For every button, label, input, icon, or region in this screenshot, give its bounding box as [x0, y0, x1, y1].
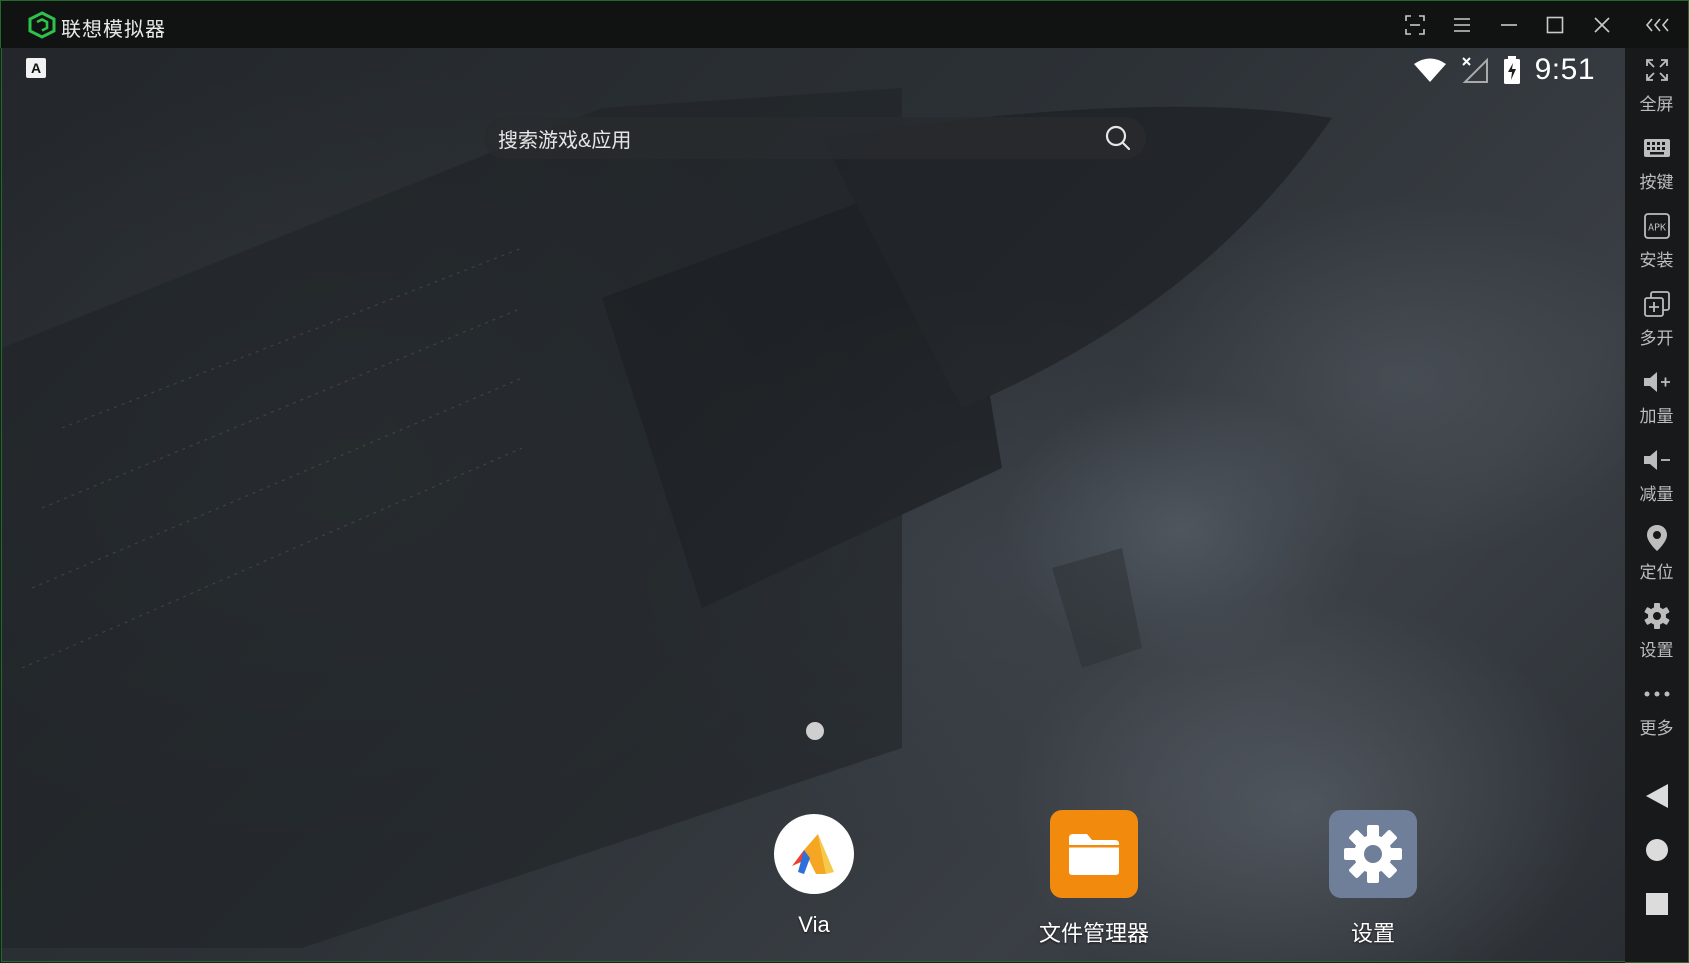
battery-charging-icon	[1503, 56, 1520, 84]
collapse-sidebar-button[interactable]	[1642, 9, 1674, 41]
status-clock: 9:51	[1534, 53, 1595, 86]
android-home-screen[interactable]: A 9:51 搜索游戏&应用 Via 文件管理器 设置	[1, 48, 1625, 962]
sidebar-item-settings[interactable]: 设置	[1625, 600, 1688, 661]
maximize-button[interactable]	[1539, 9, 1571, 41]
close-icon	[1594, 17, 1610, 33]
minimize-icon	[1501, 24, 1517, 26]
maximize-icon	[1546, 16, 1564, 34]
sidebar-item-label: 安装	[1639, 251, 1674, 270]
screenshot-button[interactable]	[1399, 9, 1431, 41]
sidebar-item-label: 更多	[1639, 719, 1674, 738]
app-via[interactable]: Via	[749, 814, 879, 938]
notification-badge: A	[26, 58, 46, 78]
sidebar-item-label: 加量	[1639, 407, 1674, 426]
menu-icon	[1454, 18, 1470, 32]
sidebar-item-more[interactable]: 更多	[1625, 678, 1688, 739]
fullscreen-icon	[1645, 59, 1668, 81]
collapse-sidebar-icon	[1645, 18, 1669, 32]
status-icons: 9:51	[1413, 52, 1595, 88]
lenovo-emulator-logo-icon	[28, 11, 56, 39]
sidebar-item-fullscreen[interactable]: 全屏	[1625, 54, 1688, 115]
svg-text:APK: APK	[1647, 223, 1665, 234]
apk-install-icon: APK	[1643, 213, 1670, 239]
sidebar-item-label: 设置	[1639, 641, 1674, 660]
via-browser-icon	[774, 814, 854, 894]
nav-recents-button[interactable]	[1625, 884, 1688, 924]
sidebar-item-keymap[interactable]: 按键	[1625, 132, 1688, 193]
more-dots-icon	[1644, 691, 1669, 697]
gear-icon	[1644, 603, 1669, 629]
sidebar-item-label: 减量	[1639, 485, 1674, 504]
keyboard-icon	[1643, 139, 1670, 157]
sidebar-item-label: 按键	[1639, 173, 1674, 192]
sidebar-item-multi-instance[interactable]: 多开	[1625, 288, 1688, 349]
gear-icon	[1329, 810, 1417, 898]
home-icon	[1645, 839, 1668, 861]
close-button[interactable]	[1586, 9, 1618, 41]
search-icon[interactable]	[1104, 124, 1132, 152]
minimize-button[interactable]	[1493, 9, 1525, 41]
volume-up-icon	[1643, 372, 1670, 392]
sidebar-item-volume-down[interactable]: 减量	[1625, 444, 1688, 505]
app-label-via: Via	[798, 912, 830, 937]
sidebar-item-label: 全屏	[1639, 95, 1674, 114]
menu-button[interactable]	[1446, 9, 1478, 41]
sidebar-item-label: 多开	[1639, 329, 1674, 348]
window-title: 联想模拟器	[61, 19, 166, 41]
screenshot-icon	[1405, 15, 1425, 35]
page-indicator-dot	[806, 722, 824, 740]
search-placeholder: 搜索游戏&应用	[498, 129, 632, 152]
sidebar-item-volume-up[interactable]: 加量	[1625, 366, 1688, 427]
recents-icon	[1645, 893, 1668, 915]
sidebar-item-location[interactable]: 定位	[1625, 522, 1688, 583]
nav-home-button[interactable]	[1625, 830, 1688, 870]
search-bar[interactable]: 搜索游戏&应用	[484, 117, 1146, 159]
emulator-sidebar: 全屏 按键 APK 安装 多开 加量 减量 定位 设置 更多	[1625, 48, 1689, 963]
app-settings[interactable]: 设置	[1308, 810, 1438, 948]
wifi-icon	[1413, 58, 1446, 82]
app-label-file-manager: 文件管理器	[1038, 921, 1149, 946]
nav-back-button[interactable]	[1625, 776, 1688, 816]
title-bar: 联想模拟器	[0, 0, 1689, 48]
multi-instance-icon	[1643, 291, 1670, 317]
no-signal-icon	[1461, 57, 1488, 83]
app-label-settings: 设置	[1350, 921, 1395, 946]
app-file-manager[interactable]: 文件管理器	[1029, 810, 1159, 948]
volume-down-icon	[1643, 450, 1670, 470]
back-icon	[1645, 784, 1668, 808]
folder-icon	[1050, 810, 1138, 898]
sidebar-item-label: 定位	[1639, 563, 1674, 582]
sidebar-item-install[interactable]: APK 安装	[1625, 210, 1688, 271]
location-pin-icon	[1646, 525, 1667, 551]
